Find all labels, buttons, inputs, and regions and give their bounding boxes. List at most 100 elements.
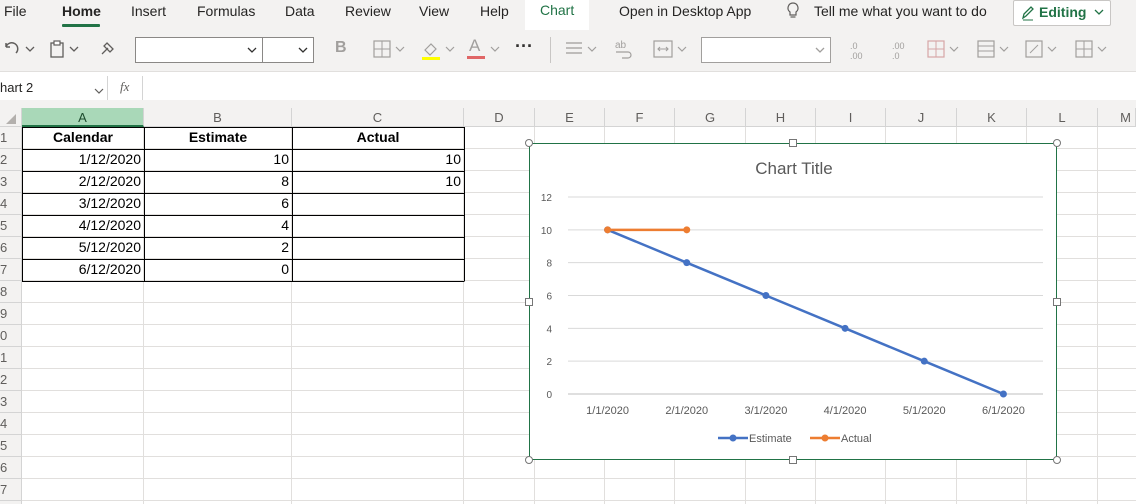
row-header[interactable]: 8	[0, 281, 22, 303]
resize-handle-top-right[interactable]	[1053, 139, 1061, 147]
table-cell[interactable]: 1/12/2020	[22, 149, 144, 171]
row-header[interactable]: 2	[0, 149, 22, 171]
table-header-cell[interactable]: Estimate	[144, 127, 292, 149]
series-line-estimate[interactable]	[607, 228, 1004, 396]
font-name-select[interactable]	[135, 37, 263, 63]
decrease-decimal-icon[interactable]: .00.0	[886, 39, 910, 66]
column-header-m[interactable]: M	[1098, 108, 1136, 127]
cell-styles-icon[interactable]	[1024, 39, 1060, 64]
row-header[interactable]: 1	[0, 347, 22, 369]
fill-color-icon[interactable]	[420, 38, 458, 67]
bold-button[interactable]: B	[335, 39, 347, 57]
table-cell[interactable]: 4	[144, 215, 292, 237]
column-header-j[interactable]: J	[886, 108, 957, 127]
resize-handle-bottom[interactable]	[789, 456, 797, 464]
line-chart[interactable]: Chart Title 0 2 4 6 8 10 12 1/1/2020 2/1/2020 3/…	[529, 143, 1057, 460]
select-all-corner[interactable]	[0, 108, 22, 127]
tab-view[interactable]: View	[419, 0, 449, 30]
data-point-estimate[interactable]	[762, 292, 770, 299]
legend-label[interactable]: Estimate	[749, 433, 792, 445]
name-box[interactable]: hart 2	[0, 76, 108, 100]
row-header[interactable]: 4	[0, 413, 22, 435]
tab-review[interactable]: Review	[345, 0, 391, 30]
function-icon[interactable]: fx	[120, 79, 129, 95]
resize-handle-bottom-right[interactable]	[1053, 456, 1061, 464]
open-in-desktop-app-button[interactable]: Open in Desktop App	[619, 0, 751, 30]
column-header-a[interactable]: A	[22, 108, 144, 127]
data-point-actual[interactable]	[604, 226, 612, 234]
row-header[interactable]: 5	[0, 215, 22, 237]
data-point-actual[interactable]	[683, 226, 691, 234]
row-header[interactable]: 3	[0, 171, 22, 193]
column-header-d[interactable]: D	[464, 108, 535, 127]
undo-icon[interactable]	[2, 40, 36, 63]
row-header[interactable]: 5	[0, 435, 22, 457]
row-header[interactable]: 4	[0, 193, 22, 215]
data-point-estimate[interactable]	[841, 324, 849, 332]
font-size-select[interactable]	[262, 37, 314, 63]
table-cell[interactable]	[292, 193, 464, 215]
row-header[interactable]: 6	[0, 237, 22, 259]
tell-me-search[interactable]: Tell me what you want to do	[814, 0, 987, 30]
resize-handle-top-left[interactable]	[525, 139, 533, 147]
column-header-b[interactable]: B	[144, 108, 292, 127]
row-header[interactable]: 9	[0, 303, 22, 325]
column-header-f[interactable]: F	[605, 108, 675, 127]
insert-cells-icon[interactable]	[1074, 39, 1110, 64]
table-cell[interactable]	[292, 215, 464, 237]
row-header[interactable]: 1	[0, 127, 22, 149]
resize-handle-top[interactable]	[789, 139, 797, 147]
more-options-button[interactable]: ···	[515, 36, 533, 57]
column-header-k[interactable]: K	[957, 108, 1027, 127]
column-header-e[interactable]: E	[535, 108, 605, 127]
chart-title[interactable]: Chart Title	[755, 159, 832, 178]
tab-chart[interactable]: Chart	[525, 0, 589, 30]
row-header[interactable]: 0	[0, 325, 22, 347]
table-cell[interactable]: 10	[292, 149, 464, 171]
font-color-icon[interactable]: A	[465, 36, 503, 67]
table-cell[interactable]: 10	[144, 149, 292, 171]
merge-center-icon[interactable]	[652, 39, 690, 64]
column-header-l[interactable]: L	[1027, 108, 1098, 127]
data-point-estimate[interactable]	[999, 390, 1007, 398]
resize-handle-left[interactable]	[525, 298, 533, 306]
tab-formulas[interactable]: Formulas	[197, 0, 255, 30]
column-header-h[interactable]: H	[746, 108, 816, 127]
row-header[interactable]: 2	[0, 369, 22, 391]
row-header[interactable]: 7	[0, 259, 22, 281]
row-header[interactable]: 7	[0, 479, 22, 501]
format-painter-icon[interactable]	[98, 38, 118, 63]
data-point-estimate[interactable]	[920, 357, 928, 365]
resize-handle-bottom-left[interactable]	[525, 456, 533, 464]
tab-help[interactable]: Help	[480, 0, 509, 30]
table-cell[interactable]: 6	[144, 193, 292, 215]
table-cell[interactable]: 3/12/2020	[22, 193, 144, 215]
data-point-estimate[interactable]	[683, 259, 691, 267]
paste-icon[interactable]	[48, 39, 82, 64]
formula-input[interactable]	[142, 76, 1136, 100]
row-header[interactable]: 6	[0, 457, 22, 479]
table-cell[interactable]: 10	[292, 171, 464, 193]
resize-handle-right[interactable]	[1053, 298, 1061, 306]
wrap-text-icon[interactable]: ab	[612, 38, 636, 67]
borders-icon[interactable]	[372, 39, 408, 64]
column-header-c[interactable]: C	[292, 108, 464, 127]
number-format-select[interactable]	[701, 37, 831, 63]
table-header-cell[interactable]: Actual	[292, 127, 464, 149]
table-cell[interactable]: 4/12/2020	[22, 215, 144, 237]
table-cell[interactable]: 2/12/2020	[22, 171, 144, 193]
table-header-cell[interactable]: Calendar	[22, 127, 144, 149]
table-cell[interactable]: 5/12/2020	[22, 237, 144, 259]
align-icon[interactable]	[564, 39, 600, 64]
table-cell[interactable]: 6/12/2020	[22, 259, 144, 281]
table-cell[interactable]: 0	[144, 259, 292, 281]
table-cell[interactable]	[292, 237, 464, 259]
row-header[interactable]: 3	[0, 391, 22, 413]
table-cell[interactable]: 2	[144, 237, 292, 259]
tab-file[interactable]: File	[4, 0, 27, 30]
increase-decimal-icon[interactable]: .0.00	[846, 39, 870, 66]
format-as-table-icon[interactable]	[976, 39, 1012, 64]
editing-mode-button[interactable]: Editing	[1013, 0, 1111, 26]
column-header-g[interactable]: G	[675, 108, 746, 127]
column-header-i[interactable]: I	[816, 108, 886, 127]
